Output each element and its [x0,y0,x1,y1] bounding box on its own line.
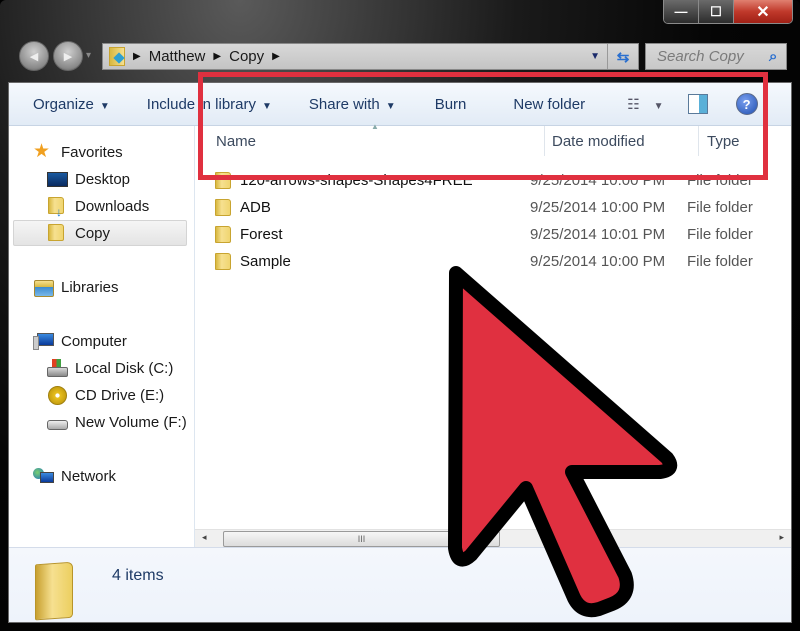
sidebar-item-computer[interactable]: Computer [33,328,127,354]
file-date: 9/25/2014 10:01 PM [530,226,666,243]
sidebar-item-label: Network [61,467,117,485]
folder-icon [47,224,67,242]
scroll-left-arrow-icon[interactable]: ◂ [202,532,207,543]
refresh-button[interactable]: ⇆ [607,44,638,69]
organize-button[interactable]: Organize ▼ [21,96,122,113]
sidebar-item-cd-drive-e[interactable]: CD Drive (E:) [47,382,164,408]
back-arrow-icon: ◀ [29,50,39,63]
location-folder-icon [109,47,125,66]
sidebar-item-network[interactable]: Network [33,463,116,489]
sidebar-item-copy[interactable]: Copy [13,220,187,246]
sidebar-item-label: Libraries [61,278,119,296]
item-count: 4 items [112,567,164,584]
navigation-pane: ★ Favorites Desktop ↓ Downloads Copy Lib… [9,126,195,547]
window-controls: — ☐ ✕ [663,0,793,24]
local-disk-icon [47,359,68,377]
highlight-box-annotation [198,72,768,180]
horizontal-scrollbar[interactable]: ◂ III ▸ [195,529,791,547]
sidebar-item-label: CD Drive (E:) [75,386,165,404]
file-type: File folder [687,226,753,243]
file-list: Name ▲ Date modified Type 120-arrows-sha… [195,122,791,547]
drive-icon [47,413,68,431]
desktop-icon [47,170,68,188]
folder-icon [215,252,231,271]
forward-arrow-icon: ▶ [63,50,73,63]
sidebar-item-downloads[interactable]: ↓ Downloads [47,193,149,219]
breadcrumb-matthew[interactable]: Matthew [149,48,206,65]
address-bar[interactable]: ▶ Matthew ▶ Copy ▶ ▼ ⇆ [102,43,639,70]
breadcrumb-separator-icon[interactable]: ▶ [213,51,221,62]
scroll-right-arrow-icon[interactable]: ▸ [779,532,784,543]
file-row[interactable]: Forest 9/25/2014 10:01 PM File folder [215,221,775,248]
file-row[interactable]: ADB 9/25/2014 10:00 PM File folder [215,194,775,221]
file-date: 9/25/2014 10:00 PM [530,199,666,216]
sidebar-item-label: Copy [75,224,111,242]
close-button[interactable]: ✕ [734,0,792,23]
file-type: File folder [687,253,753,270]
minimize-button[interactable]: — [664,0,699,23]
computer-icon [33,332,54,350]
sidebar-item-label: Desktop [75,170,131,188]
scrollbar-thumb[interactable]: III [223,531,500,547]
recent-pages-button[interactable]: ▾ [86,50,91,61]
search-input[interactable] [655,47,769,66]
refresh-icon: ⇆ [616,48,630,66]
file-name: ADB [240,199,271,216]
folder-icon [35,561,73,621]
address-history-dropdown[interactable]: ▼ [590,51,600,62]
sidebar-item-local-disk-c[interactable]: Local Disk (C:) [47,355,173,381]
grip-icon: III [357,534,366,544]
back-button[interactable]: ◀ [19,41,49,71]
sidebar-item-label: Local Disk (C:) [75,359,174,377]
sidebar-item-label: Downloads [75,197,150,215]
downloads-icon: ↓ [47,197,67,219]
file-name: Forest [240,226,283,243]
forward-button[interactable]: ▶ [53,41,83,71]
folder-icon [215,198,231,217]
star-icon: ★ [33,141,51,162]
sidebar-item-new-volume-f[interactable]: New Volume (F:) [47,409,187,435]
details-pane: 4 items [9,547,791,622]
file-name: Sample [240,253,291,270]
organize-label: Organize [33,95,94,113]
chevron-down-icon: ▼ [99,100,110,112]
network-icon [33,467,54,485]
breadcrumb-separator-icon[interactable]: ▶ [272,51,280,62]
maximize-button[interactable]: ☐ [699,0,734,23]
sidebar-item-label: New Volume (F:) [75,413,187,431]
file-date: 9/25/2014 10:00 PM [530,253,666,270]
sidebar-item-label: Favorites [61,143,123,161]
sidebar-item-libraries[interactable]: Libraries [33,274,119,300]
sidebar-item-desktop[interactable]: Desktop [47,166,130,192]
search-box[interactable]: ⌕ [645,43,787,70]
folder-icon [215,225,231,244]
breadcrumb-copy[interactable]: Copy [229,48,264,65]
explorer-window: — ☐ ✕ ◀ ▶ ▾ ▶ Matthew ▶ Copy ▶ ▼ ⇆ ⌕ Org… [0,0,800,631]
sidebar-item-favorites[interactable]: ★ Favorites [33,139,123,165]
breadcrumb-separator-icon[interactable]: ▶ [133,51,141,62]
file-row[interactable]: Sample 9/25/2014 10:00 PM File folder [215,248,775,275]
file-type: File folder [687,199,753,216]
cd-drive-icon [47,386,67,405]
sidebar-item-label: Computer [61,332,127,350]
libraries-icon [33,278,54,297]
search-icon[interactable]: ⌕ [769,48,777,65]
